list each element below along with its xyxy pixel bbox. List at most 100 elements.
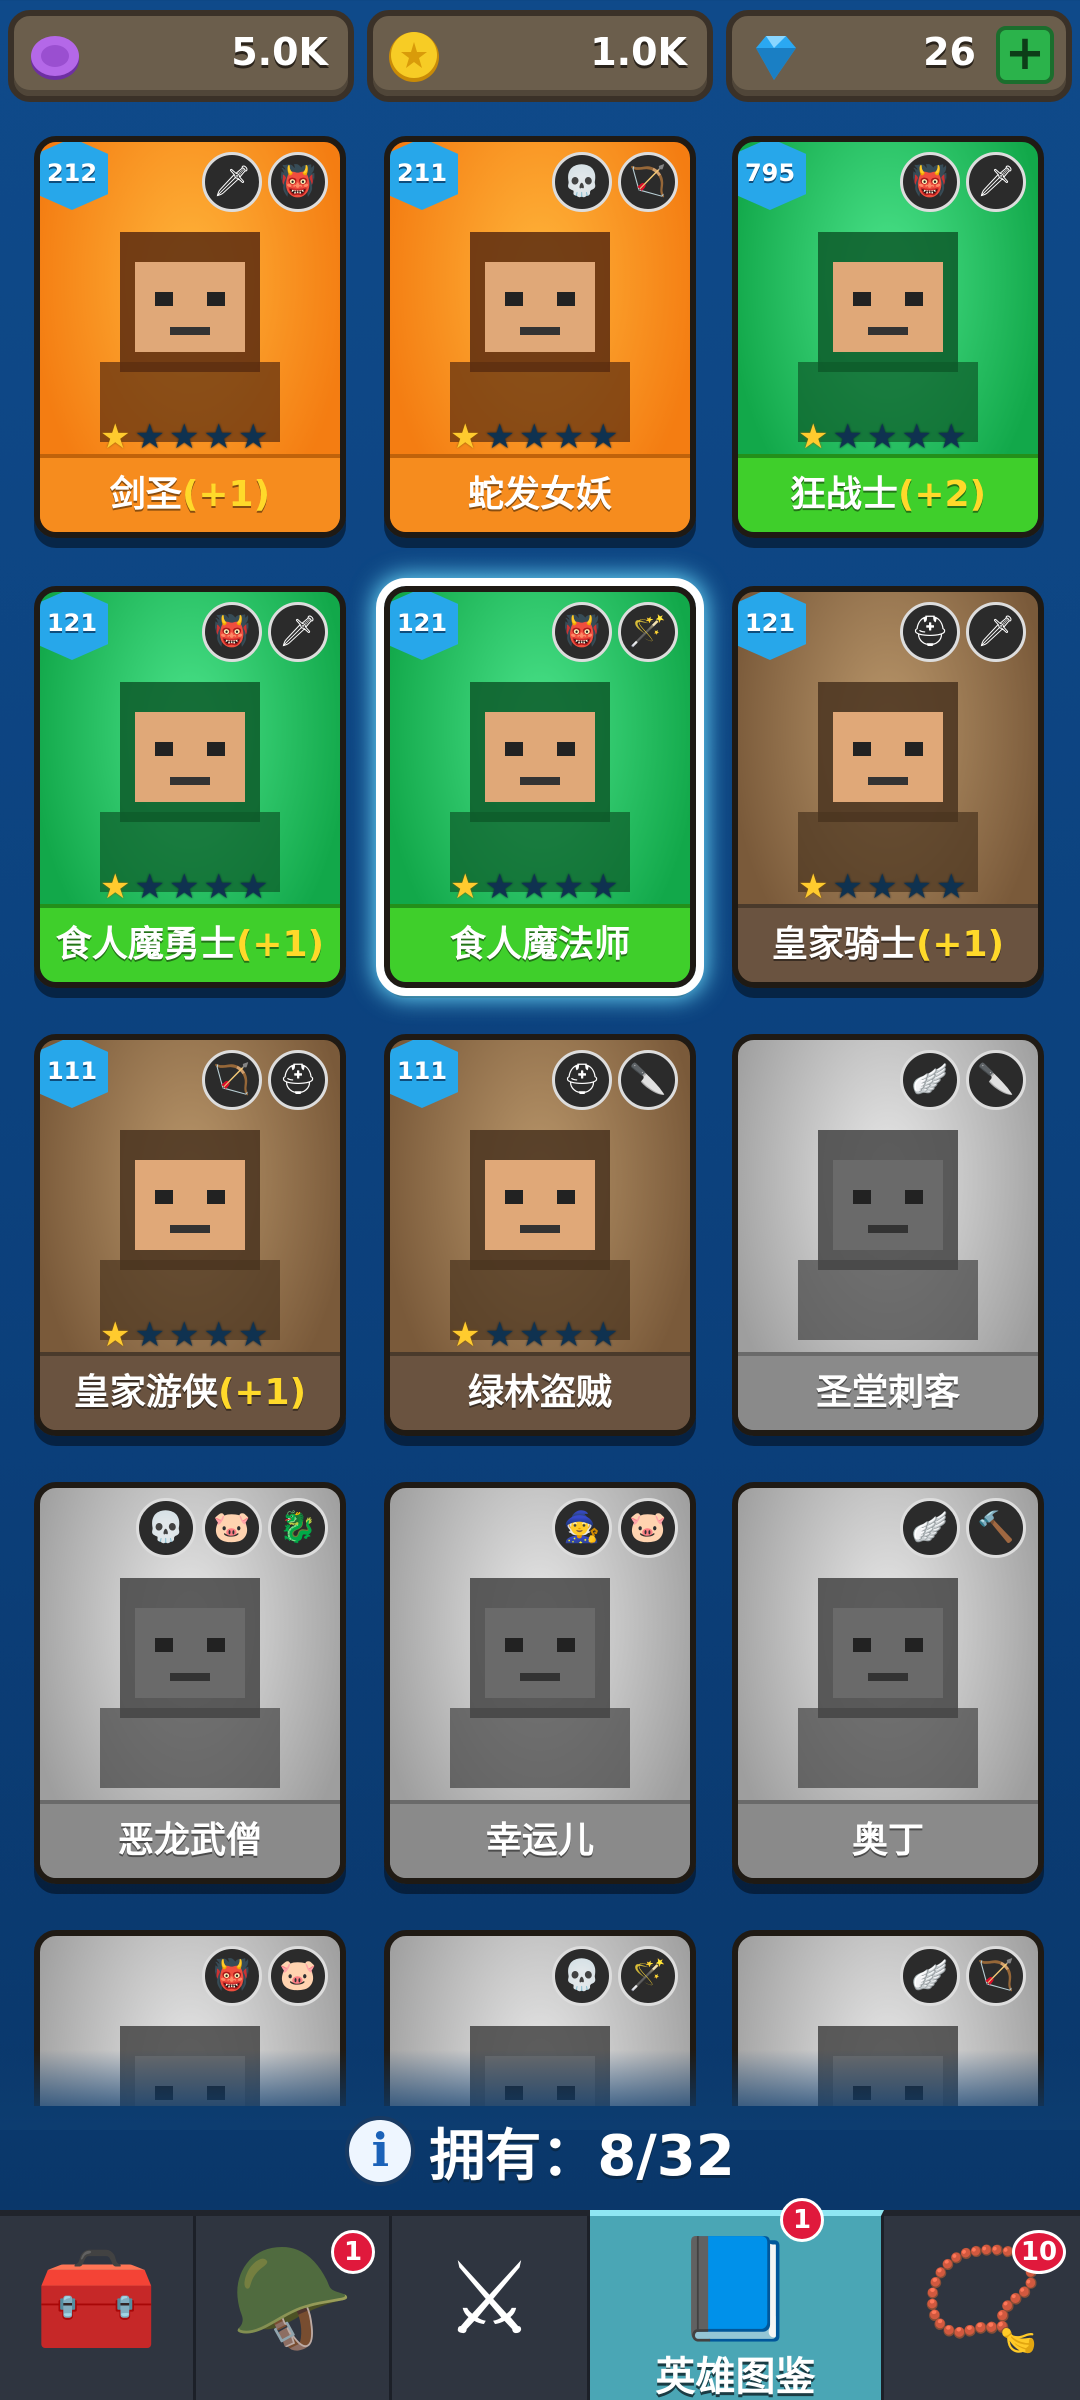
purple-currency-panel: 5.0K	[8, 10, 354, 102]
class-icon: 👹	[202, 602, 262, 662]
star-icon: ★	[450, 1315, 481, 1355]
hero-card[interactable]: 💀 🐷 🐉 恶龙武僧	[34, 1482, 346, 1884]
tab-battle[interactable]: ⚔	[392, 2216, 590, 2400]
hero-name: 恶龙武僧	[40, 1800, 340, 1878]
hero-card[interactable]: 111 🏹 ⛑ ★ ★ ★ ★ ★ 皇家游侠(+1)	[34, 1034, 346, 1436]
hero-class-badges: 🪽 🏹	[900, 1946, 1026, 2006]
hero-class-badges: 💀 🪄	[552, 1946, 678, 2006]
hero-class-badges: 💀 🏹	[552, 152, 678, 212]
chest-icon: 🧰	[34, 2240, 159, 2357]
class-icon: ⛑	[552, 1050, 612, 1110]
hero-name: 食人魔勇士(+1)	[40, 904, 340, 982]
hero-name: 蛇发女妖	[390, 454, 690, 532]
tab-hero-codex[interactable]: 📘 1 英雄图鉴	[590, 2198, 884, 2400]
hero-name-text: 剑圣	[109, 474, 182, 515]
star-icon: ★	[450, 417, 481, 457]
class-icon: 👹	[202, 1946, 262, 2006]
hero-star-rating: ★ ★ ★ ★ ★	[450, 870, 618, 904]
star-icon: ★	[168, 417, 200, 457]
crossed-swords-icon: ⚔	[444, 2240, 535, 2357]
hero-name-text: 奥丁	[851, 1820, 924, 1861]
owned-label: 拥有：8/32	[429, 2123, 735, 2189]
amulet-notification-badge: 10	[1012, 2230, 1066, 2274]
owned-counter: i 拥有：8/32	[0, 2106, 1080, 2196]
star-icon: ★	[203, 867, 234, 907]
class-icon: 🪽	[900, 1498, 960, 1558]
hero-star-rating: ★ ★ ★ ★ ★	[798, 870, 966, 904]
hero-card[interactable]: 121 👹 🗡 ★ ★ ★ ★ ★ 食人魔勇士(+1)	[34, 586, 346, 988]
hero-name-text: 圣堂刺客	[815, 1372, 960, 1413]
hero-class-badges: 👹 🗡	[900, 152, 1026, 212]
class-icon: 🏹	[202, 1050, 262, 1110]
hero-card[interactable]: 211 💀 🏹 ★ ★ ★ ★ ★ 蛇发女妖	[384, 136, 696, 538]
info-icon[interactable]: i	[345, 2116, 416, 2186]
hero-card[interactable]: 🪽 🔪 圣堂刺客	[732, 1034, 1044, 1436]
star-icon: ★	[553, 1315, 584, 1355]
star-icon: ★	[168, 1315, 200, 1355]
star-icon: ★	[553, 417, 584, 457]
star-icon: ★	[866, 417, 898, 457]
hero-class-badges: 👹 🗡	[202, 602, 328, 662]
class-icon: 🏹	[618, 152, 678, 212]
purple-coin-icon	[31, 36, 79, 80]
class-icon: 🗡	[202, 152, 262, 212]
resource-bar: 5.0K 1.0K 26 +	[8, 10, 1072, 102]
star-icon: ★	[832, 867, 863, 907]
hero-name-text: 狂战士	[789, 474, 898, 515]
gold-coin-panel: 1.0K	[367, 10, 713, 102]
star-icon: ★	[553, 867, 584, 907]
class-icon: 🧙	[552, 1498, 612, 1558]
hero-card[interactable]: 795 👹 🗡 ★ ★ ★ ★ ★ 狂战士(+2)	[732, 136, 1044, 538]
tab-helmet[interactable]: 🪖 1	[196, 2216, 392, 2400]
class-icon: 👹	[268, 152, 328, 212]
star-icon: ★	[237, 417, 269, 457]
hero-star-rating: ★ ★ ★ ★ ★	[450, 420, 618, 454]
class-icon: 🪄	[618, 1946, 678, 2006]
hero-card[interactable]: 212 🗡 👹 ★ ★ ★ ★ ★ 剑圣(+1)	[34, 136, 346, 538]
star-icon: ★	[798, 867, 829, 907]
class-icon: 🏹	[966, 1946, 1026, 2006]
tab-chest[interactable]: 🧰	[0, 2216, 196, 2400]
hero-name: 食人魔法师	[390, 904, 690, 982]
star-icon: ★	[832, 417, 863, 457]
hero-class-badges: 🪽 🔨	[900, 1498, 1026, 1558]
class-icon: ⛑	[900, 602, 960, 662]
hero-bonus-text: (+1)	[235, 924, 325, 965]
class-icon: 🗡	[966, 152, 1026, 212]
hero-card[interactable]: 111 ⛑ 🔪 ★ ★ ★ ★ ★ 绿林盗贼	[384, 1034, 696, 1436]
star-icon: ★	[798, 417, 829, 457]
star-icon: ★	[168, 867, 200, 907]
tab-amulet[interactable]: 📿 10	[884, 2216, 1080, 2400]
hero-name: 奥丁	[738, 1800, 1038, 1878]
hero-name: 狂战士(+2)	[738, 454, 1038, 532]
star-icon: ★	[100, 867, 131, 907]
hero-name-text: 恶龙武僧	[117, 1820, 262, 1861]
hero-grid: 212 🗡 👹 ★ ★ ★ ★ ★ 剑圣(+1) 211 💀 🏹 ★ ★ ★ ★ ★ 蛇发女妖 795 👹 🗡 ★ ★ ★ ★ ★…	[34, 136, 1046, 2106]
gem-icon	[756, 36, 796, 80]
class-icon: 🐉	[268, 1498, 328, 1558]
star-icon: ★	[587, 867, 619, 907]
star-icon: ★	[203, 1315, 234, 1355]
hero-card[interactable]: 🧙 🐷 幸运儿	[384, 1482, 696, 1884]
class-icon: 🐷	[618, 1498, 678, 1558]
star-icon: ★	[134, 867, 165, 907]
star-icon: ★	[484, 417, 515, 457]
class-icon: 🪽	[900, 1946, 960, 2006]
hero-bonus-text: (+1)	[181, 474, 271, 515]
class-icon: 💀	[552, 1946, 612, 2006]
hero-name: 圣堂刺客	[738, 1352, 1038, 1430]
gems-value: 26	[923, 30, 976, 74]
hero-card[interactable]: 121 ⛑ 🗡 ★ ★ ★ ★ ★ 皇家骑士(+1)	[732, 586, 1044, 988]
hero-bonus-text: (+1)	[217, 1372, 307, 1413]
add-gems-button[interactable]: +	[996, 26, 1054, 84]
hero-star-rating: ★ ★ ★ ★ ★	[100, 1318, 268, 1352]
hero-card[interactable]: 🪽 🔨 奥丁	[732, 1482, 1044, 1884]
codex-notification-badge: 1	[780, 2198, 824, 2242]
star-icon: ★	[587, 1315, 619, 1355]
star-icon: ★	[935, 867, 967, 907]
star-icon: ★	[901, 417, 932, 457]
hero-class-badges: 💀 🐷 🐉	[136, 1498, 328, 1558]
class-icon: 🪄	[618, 602, 678, 662]
hero-card[interactable]: 121 👹 🪄 ★ ★ ★ ★ ★ 食人魔法师	[376, 578, 704, 996]
hero-class-badges: 👹 🪄	[552, 602, 678, 662]
